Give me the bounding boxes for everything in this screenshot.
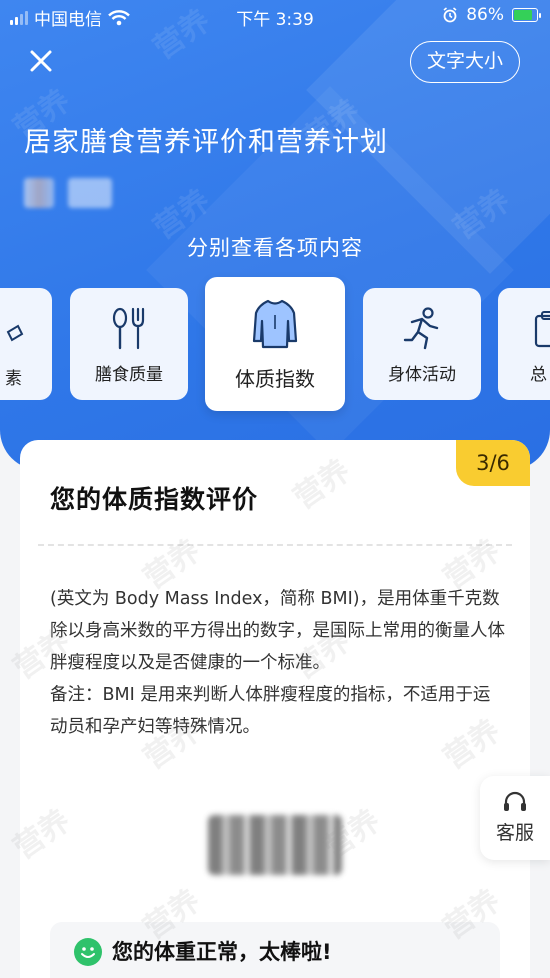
tab-label: 素 — [5, 369, 22, 389]
bmi-value-blurred — [208, 815, 342, 875]
body-icon — [252, 299, 298, 349]
result-box: 您的体重正常，太棒啦! — [50, 922, 500, 978]
tab-diet-quality[interactable]: 膳食质量 — [70, 288, 188, 400]
page-title: 居家膳食营养评价和营养计划 — [24, 127, 388, 158]
step-badge: 3/6 — [456, 440, 530, 486]
card-title: 您的体质指数评价 — [50, 485, 259, 514]
customer-service-button[interactable]: 客服 — [480, 776, 550, 860]
tab-label: 身体活动 — [388, 365, 456, 385]
watermark: 营养 — [7, 803, 77, 867]
smile-icon — [74, 938, 102, 966]
service-label: 客服 — [495, 822, 534, 844]
font-size-button[interactable]: 文字大小 — [409, 41, 520, 83]
section-subtitle: 分别查看各项内容 — [187, 236, 363, 260]
category-tabs: 素 膳食质量 体质指数 身体活动 总 — [0, 277, 550, 415]
bmi-note: 备注：BMI 是用来判断人体胖瘦程度的指标，不适用于运动员和孕产妇等特殊情况。 — [50, 685, 491, 737]
tab-label: 体质指数 — [235, 367, 315, 391]
fork-knife-icon — [112, 307, 145, 350]
bmi-description-block: (英文为 Body Mass Index，简称 BMI)，是用体重千克数除以身高… — [50, 583, 505, 743]
dashed-divider — [38, 544, 512, 546]
battery-icon — [512, 8, 541, 22]
bmi-card: 3/6 您的体质指数评价 (英文为 Body Mass Index，简称 BMI… — [7, 440, 530, 978]
close-button[interactable] — [26, 46, 56, 76]
status-bar: 中国电信 下午 3:39 86% — [0, 0, 550, 32]
nutrient-icon — [6, 324, 24, 342]
user-name-blurred — [68, 178, 112, 208]
headset-icon — [504, 791, 526, 811]
running-icon — [403, 307, 439, 350]
result-text: 您的体重正常，太棒啦! — [112, 940, 332, 964]
tab-bmi[interactable]: 体质指数 — [205, 277, 345, 411]
bmi-description: (英文为 Body Mass Index，简称 BMI)，是用体重千克数除以身高… — [50, 589, 505, 673]
alarm-icon — [443, 7, 457, 23]
watermark: 营养 — [287, 453, 357, 517]
header-banner: 营养 营养 营养 营养 营养 中国电信 下午 3:39 86% 文字大小 居家膳… — [0, 0, 550, 470]
user-info-blurred — [24, 178, 112, 208]
clipboard-icon — [534, 311, 550, 348]
battery-percent: 86% — [466, 5, 504, 25]
tab-label: 总 — [530, 365, 547, 385]
tab-physical-activity[interactable]: 身体活动 — [363, 288, 481, 400]
tab-summary[interactable]: 总 — [498, 288, 550, 400]
avatar — [24, 178, 54, 208]
tab-nutrients[interactable]: 素 — [0, 288, 52, 400]
close-icon — [30, 50, 52, 72]
tab-label: 膳食质量 — [95, 365, 163, 385]
